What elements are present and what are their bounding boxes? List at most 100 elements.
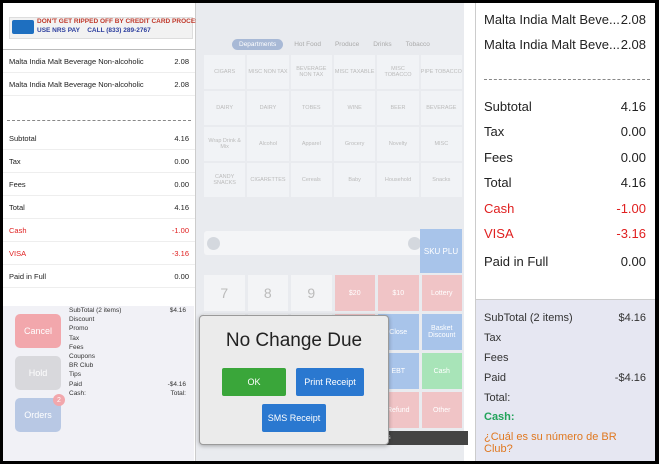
department-grid: CIGARS MISC NON TAX BEVERAGE NON TAX MISC T… bbox=[204, 55, 462, 197]
left-total-row: Paid in Full 0.00 bbox=[3, 265, 195, 288]
left-summary-paid: Paid -$4.16 bbox=[69, 380, 186, 388]
left-summary-line: Promo bbox=[69, 325, 89, 333]
right-total-row: VISA -3.16 bbox=[484, 226, 646, 241]
keypad-key[interactable]: 8 bbox=[247, 275, 288, 311]
pos-screen: DON'T GET RIPPED OFF BY CREDIT CARD PROC… bbox=[3, 3, 655, 461]
customer-receipt-panel: Malta India Malt Beve... 2.08 Malta India… bbox=[475, 3, 655, 461]
department-button[interactable]: CANDY SNACKS bbox=[204, 163, 246, 197]
department-button[interactable]: Novelty bbox=[377, 127, 419, 161]
left-items: Malta India Malt Beverage Non-alcoholic 2… bbox=[3, 50, 195, 121]
left-receipt-panel: DON'T GET RIPPED OFF BY CREDIT CARD PROC… bbox=[3, 3, 220, 461]
department-button[interactable]: BEER bbox=[377, 91, 419, 125]
tab-drinks[interactable]: Drinks bbox=[370, 39, 394, 50]
department-button[interactable]: Cereals bbox=[290, 163, 332, 197]
right-summary-tax: Tax bbox=[484, 332, 502, 344]
keypad-key[interactable]: 7 bbox=[204, 275, 245, 311]
left-summary-line: Tips bbox=[69, 371, 82, 379]
right-item-row: Malta India Malt Beve... 2.08 bbox=[484, 12, 646, 27]
right-total-row: Subtotal 4.16 bbox=[484, 99, 646, 114]
department-button[interactable]: Snacks bbox=[420, 163, 462, 197]
right-summary-cash: Cash: bbox=[484, 411, 515, 423]
right-summary-subtotal: SubTotal (2 items) $4.16 bbox=[484, 312, 646, 324]
department-button[interactable]: MISC bbox=[420, 127, 462, 161]
category-tabs: Departments Hot Food Produce Drinks Toba… bbox=[232, 39, 433, 50]
left-summary-line: Fees bbox=[69, 343, 84, 351]
print-receipt-button[interactable]: Print Receipt bbox=[296, 368, 364, 396]
department-button[interactable]: Baby bbox=[333, 163, 376, 197]
banner-headline: DON'T GET RIPPED OFF BY CREDIT CARD PROC… bbox=[37, 18, 221, 25]
department-button[interactable]: DAIRY bbox=[247, 91, 289, 125]
left-divider bbox=[7, 96, 191, 121]
tab-hot-food[interactable]: Hot Food bbox=[291, 39, 324, 50]
department-button[interactable]: BEVERAGE NON TAX bbox=[290, 55, 332, 89]
keypad-key[interactable]: Other bbox=[421, 392, 462, 428]
banner-subline: USE NRS PAY CALL (833) 289-2767 bbox=[37, 27, 151, 34]
left-total-row: VISA -3.16 bbox=[3, 242, 195, 265]
br-club-prompt[interactable]: ¿Cuál es su número de BR Club? bbox=[484, 431, 646, 455]
left-item-row[interactable]: Malta India Malt Beverage Non-alcoholic 2… bbox=[3, 50, 195, 73]
orders-count-badge: 2 bbox=[53, 394, 65, 406]
keypad-key[interactable]: 9 bbox=[291, 275, 332, 311]
sku-plu-button[interactable]: SKU PLU bbox=[420, 229, 462, 273]
department-button[interactable]: MISC NON TAX bbox=[247, 55, 289, 89]
department-button[interactable]: MISC TAXABLE bbox=[333, 55, 376, 89]
left-total-row: Subtotal 4.16 bbox=[3, 127, 195, 150]
department-button[interactable]: CIGARETTES bbox=[247, 163, 289, 197]
right-divider bbox=[484, 79, 650, 80]
right-total-row: Total 4.16 bbox=[484, 175, 646, 190]
department-button[interactable]: Grocery bbox=[333, 127, 376, 161]
left-summary-line: Coupons bbox=[69, 353, 96, 361]
left-action-area: Cancel Hold Orders 2 SubTotal (2 items) $… bbox=[3, 306, 194, 461]
left-item-row[interactable]: Malta India Malt Beverage Non-alcoholic 2… bbox=[3, 73, 195, 96]
keypad-key[interactable]: Lottery bbox=[421, 275, 462, 311]
keypad-key[interactable]: $10 bbox=[378, 275, 419, 311]
left-totals: Subtotal 4.16 Tax 0.00 Fees 0.00 Total 4.16 … bbox=[3, 127, 195, 288]
left-summary: SubTotal (2 items) $4.16 Discount Promo T… bbox=[69, 306, 186, 398]
sms-receipt-button[interactable]: SMS Receipt bbox=[262, 404, 326, 432]
hold-button[interactable]: Hold bbox=[15, 356, 61, 390]
right-summary-paid: Paid -$4.16 bbox=[484, 372, 646, 384]
department-button[interactable]: MISC TOBACCO bbox=[377, 55, 419, 89]
right-summary: SubTotal (2 items) $4.16 Tax Fees Paid -$4… bbox=[476, 299, 655, 461]
right-item-row: Malta India Malt Beve... 2.08 bbox=[484, 37, 646, 52]
keypad-key[interactable]: $20 bbox=[334, 275, 375, 311]
right-summary-fees: Fees bbox=[484, 352, 509, 364]
back-arrow-icon[interactable] bbox=[207, 237, 220, 250]
ad-banner[interactable]: DON'T GET RIPPED OFF BY CREDIT CARD PROC… bbox=[3, 3, 220, 50]
keypad-key[interactable]: Cash bbox=[421, 353, 462, 389]
department-button[interactable]: CIGARS bbox=[204, 55, 246, 89]
tab-produce[interactable]: Produce bbox=[332, 39, 362, 50]
left-total-row: Total 4.16 bbox=[3, 196, 195, 219]
left-summary-subtotal: SubTotal (2 items) $4.16 bbox=[69, 307, 186, 314]
left-total-row: Cash -1.00 bbox=[3, 219, 195, 242]
right-total-row: Cash -1.00 bbox=[484, 201, 646, 216]
left-summary-line: BR Club bbox=[69, 362, 94, 370]
keypad-key[interactable]: Basket Discount bbox=[421, 314, 462, 350]
right-summary-total: Total: bbox=[484, 392, 511, 404]
department-button[interactable]: TOBES bbox=[290, 91, 332, 125]
department-button[interactable]: WINE bbox=[333, 91, 376, 125]
department-button[interactable]: Household bbox=[377, 163, 419, 197]
department-button[interactable]: BEVERAGE bbox=[420, 91, 462, 125]
cancel-button[interactable]: Cancel bbox=[15, 314, 61, 348]
left-summary-line: Discount bbox=[69, 316, 95, 324]
department-button[interactable]: Apparel bbox=[290, 127, 332, 161]
left-total-row: Tax 0.00 bbox=[3, 150, 195, 173]
ok-button[interactable]: OK bbox=[222, 368, 286, 396]
right-total-row: Fees 0.00 bbox=[484, 150, 646, 165]
tab-departments[interactable]: Departments bbox=[232, 39, 284, 50]
nrs-pay-logo-icon bbox=[12, 20, 34, 34]
department-button[interactable]: Alcohol bbox=[247, 127, 289, 161]
no-change-due-dialog: No Change Due OK Print Receipt SMS Recei… bbox=[199, 315, 389, 445]
department-button[interactable]: Wrap Drink & Mix bbox=[204, 127, 246, 161]
dialog-title: No Change Due bbox=[225, 330, 363, 351]
left-summary-cash: Cash: Total: bbox=[69, 389, 186, 397]
item-search-bar[interactable] bbox=[204, 231, 428, 255]
tab-tobacco[interactable]: Tobacco bbox=[403, 39, 433, 50]
right-total-row: Tax 0.00 bbox=[484, 124, 646, 139]
department-button[interactable]: PIPE TOBACCO bbox=[420, 55, 462, 89]
left-summary-line: Tax bbox=[69, 334, 80, 342]
right-total-row: Paid in Full 0.00 bbox=[484, 254, 646, 269]
department-button[interactable]: DAIRY bbox=[204, 91, 246, 125]
left-total-row: Fees 0.00 bbox=[3, 173, 195, 196]
